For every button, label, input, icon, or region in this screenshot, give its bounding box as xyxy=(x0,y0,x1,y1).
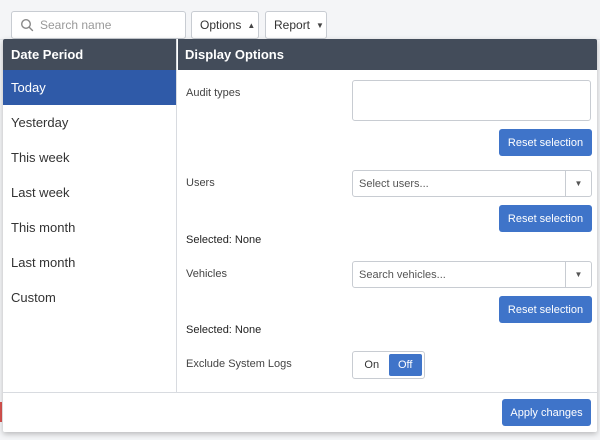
audit-types-field[interactable] xyxy=(352,80,591,121)
report-button[interactable]: Report ▼ xyxy=(265,11,327,39)
report-label: Report xyxy=(274,18,311,32)
period-item-last-month[interactable]: Last month xyxy=(3,245,176,280)
audit-types-label: Audit types xyxy=(186,87,241,99)
exclude-system-logs-label: Exclude System Logs xyxy=(186,358,292,370)
display-options-header: Display Options xyxy=(178,39,597,70)
vehicles-select-placeholder: Search vehicles... xyxy=(359,268,446,281)
caret-up-icon: ▲ xyxy=(247,20,256,30)
search-input[interactable] xyxy=(40,18,180,32)
period-item-last-week[interactable]: Last week xyxy=(3,175,176,210)
vehicles-label: Vehicles xyxy=(186,268,227,280)
chevron-down-icon[interactable]: ▼ xyxy=(565,262,591,287)
caret-down-icon: ▼ xyxy=(316,20,324,30)
options-label: Options xyxy=(200,18,242,32)
users-select-placeholder: Select users... xyxy=(359,177,429,190)
users-reset-button[interactable]: Reset selection xyxy=(499,205,592,232)
period-item-today[interactable]: Today xyxy=(3,70,176,105)
date-period-column: Date Period Today Yesterday This week La… xyxy=(3,39,177,392)
search-box[interactable] xyxy=(11,11,186,39)
period-item-this-week[interactable]: This week xyxy=(3,140,176,175)
edge-marker xyxy=(0,402,2,422)
display-options-column: Display Options Audit types Reset select… xyxy=(178,39,597,392)
panel-footer: Apply changes xyxy=(3,392,597,432)
search-icon xyxy=(20,18,34,32)
vehicles-selected-text: Selected: None xyxy=(186,324,262,336)
users-selected-text: Selected: None xyxy=(186,234,262,246)
toggle-off-option[interactable]: Off xyxy=(388,354,422,376)
apply-changes-button[interactable]: Apply changes xyxy=(502,399,591,426)
toggle-on-option[interactable]: On xyxy=(355,354,389,376)
users-select[interactable]: Select users... ▼ xyxy=(352,170,592,197)
users-label: Users xyxy=(186,177,215,189)
exclude-system-logs-toggle[interactable]: On Off xyxy=(352,351,425,379)
vehicles-reset-button[interactable]: Reset selection xyxy=(499,296,592,323)
date-period-header: Date Period xyxy=(3,39,176,70)
period-item-this-month[interactable]: This month xyxy=(3,210,176,245)
options-button[interactable]: Options ▲ xyxy=(191,11,259,39)
period-item-yesterday[interactable]: Yesterday xyxy=(3,105,176,140)
toolbar: Options ▲ Report ▼ xyxy=(0,0,600,40)
audit-types-reset-button[interactable]: Reset selection xyxy=(499,129,592,156)
options-panel: Date Period Today Yesterday This week La… xyxy=(3,39,597,432)
chevron-down-icon[interactable]: ▼ xyxy=(565,171,591,196)
vehicles-select[interactable]: Search vehicles... ▼ xyxy=(352,261,592,288)
period-item-custom[interactable]: Custom xyxy=(3,280,176,315)
